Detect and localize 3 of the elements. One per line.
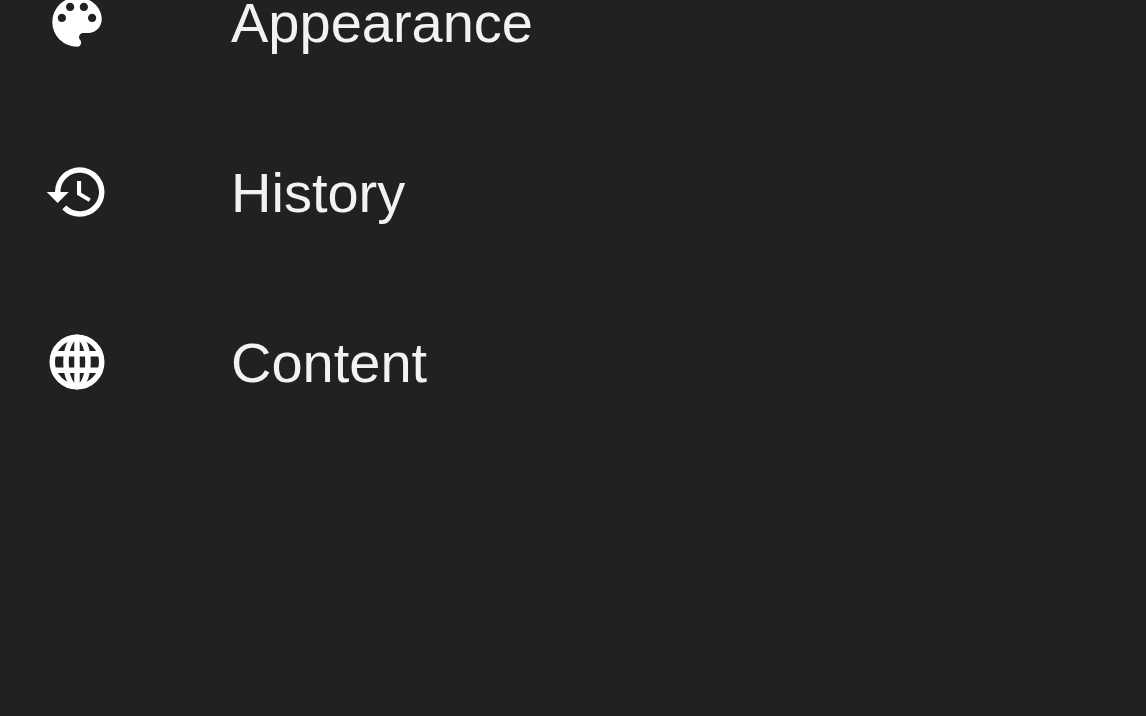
menu-item[interactable]: Appearance [0,0,1146,107]
menu-item[interactable]: Content [0,277,1146,447]
menu-item[interactable]: History [0,107,1146,277]
